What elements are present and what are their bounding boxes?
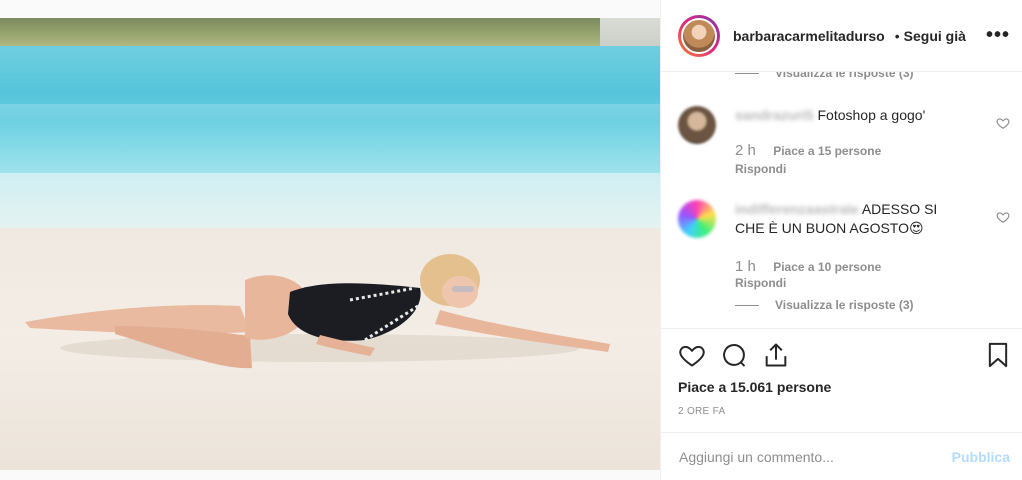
- photo-pool-shallow: [0, 173, 660, 233]
- post-photo[interactable]: [0, 18, 660, 470]
- view-replies-link[interactable]: Visualizza le risposte (3): [735, 72, 914, 80]
- comment-input[interactable]: [679, 448, 952, 465]
- view-replies-label: Visualizza le risposte (3): [775, 72, 914, 80]
- comment-text: Fotoshop a gogo': [817, 107, 926, 123]
- likes-count[interactable]: Piace a 15.061 persone: [678, 379, 831, 395]
- post-header: barbaracarmelitadurso • Segui già •••: [661, 0, 1022, 72]
- author-username[interactable]: barbaracarmelitadurso: [733, 28, 885, 44]
- commenter-avatar[interactable]: [678, 200, 716, 238]
- comment-bubble-icon[interactable]: [720, 341, 748, 369]
- share-icon[interactable]: [762, 341, 790, 369]
- publish-button[interactable]: Pubblica: [952, 449, 1010, 465]
- view-replies-label: Visualizza le risposte (3): [775, 298, 914, 312]
- commenter-username[interactable]: indifferenzaastrale: [735, 201, 859, 217]
- comment-time[interactable]: 2 h: [735, 142, 756, 159]
- more-options-icon[interactable]: •••: [986, 24, 1010, 47]
- reply-button[interactable]: Rispondi: [735, 162, 786, 176]
- comment-body: sandrazuri5 Fotoshop a gogo': [735, 106, 965, 125]
- comment-meta: 2 h Piace a 15 persone: [735, 142, 881, 159]
- add-comment-bar: Pubblica: [661, 432, 1022, 480]
- header-separator: •: [894, 27, 900, 44]
- replies-divider: [735, 304, 759, 306]
- reply-button[interactable]: Rispondi: [735, 276, 786, 290]
- comment-likes[interactable]: Piace a 15 persone: [773, 144, 881, 158]
- commenter-avatar[interactable]: [678, 106, 716, 144]
- post-timestamp[interactable]: 2 ORE FA: [678, 406, 725, 417]
- post-side-panel: barbaracarmelitadurso • Segui già ••• Vi…: [660, 0, 1022, 480]
- replies-divider: [735, 72, 759, 74]
- comment-meta: 1 h Piace a 10 persone: [735, 258, 881, 275]
- comments-list[interactable]: Visualizza le risposte (3) sandrazuri5 F…: [661, 72, 1022, 328]
- comment-like-heart-icon[interactable]: [996, 116, 1010, 130]
- photo-reclining-woman: [25, 254, 610, 369]
- photo-pool-water: [0, 46, 660, 181]
- comment-time[interactable]: 1 h: [735, 258, 756, 275]
- comment-likes[interactable]: Piace a 10 persone: [773, 260, 881, 274]
- avatar[interactable]: [681, 17, 717, 54]
- heart-icon[interactable]: [678, 341, 706, 369]
- view-replies-link[interactable]: Visualizza le risposte (3): [735, 298, 914, 312]
- following-button[interactable]: Segui già: [904, 28, 966, 44]
- post-actions: Piace a 15.061 persone 2 ORE FA: [661, 328, 1022, 432]
- commenter-username[interactable]: sandrazuri5: [735, 107, 814, 123]
- comment-body: indifferenzaastrale ADESSO SI CHE È UN B…: [735, 200, 965, 238]
- bookmark-icon[interactable]: [984, 341, 1012, 369]
- photo-background-trees: [0, 18, 660, 54]
- comment-like-heart-icon[interactable]: [996, 210, 1010, 224]
- author-avatar-story-ring[interactable]: [678, 14, 720, 57]
- action-icons: [678, 341, 790, 369]
